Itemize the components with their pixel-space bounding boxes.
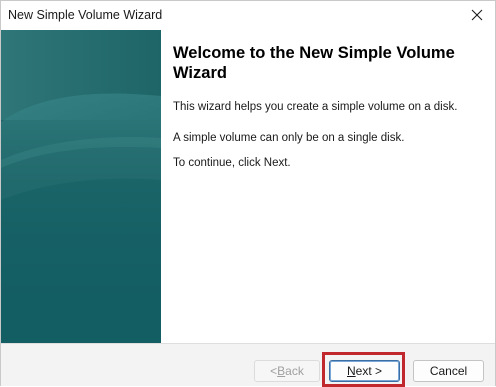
- instruction-text: To continue, click Next.: [173, 157, 291, 169]
- window-title: New Simple Volume Wizard: [8, 8, 163, 22]
- wizard-side-banner: [1, 30, 161, 343]
- wizard-window: New Simple Volume Wizard Welcome to the …: [0, 0, 496, 387]
- back-button[interactable]: < Back: [254, 360, 320, 382]
- title-bar: New Simple Volume Wizard: [1, 1, 495, 30]
- close-button[interactable]: [461, 2, 493, 28]
- button-bar: < Back Next > Cancel: [1, 343, 495, 386]
- wizard-content: Welcome to the New Simple Volume Wizard …: [161, 30, 495, 343]
- info-text: A simple volume can only be on a single …: [173, 132, 405, 144]
- back-button-accel: B: [277, 364, 286, 378]
- next-button-highlight: [322, 352, 405, 387]
- intro-text: This wizard helps you create a simple vo…: [173, 101, 458, 113]
- close-icon: [471, 9, 483, 21]
- banner-graphic: [1, 30, 161, 343]
- back-button-label: ack: [285, 364, 304, 378]
- back-button-prefix: <: [270, 364, 278, 378]
- cancel-button[interactable]: Cancel: [413, 360, 484, 382]
- wizard-heading: Welcome to the New Simple Volume Wizard: [173, 44, 455, 82]
- cancel-button-label: Cancel: [429, 364, 468, 378]
